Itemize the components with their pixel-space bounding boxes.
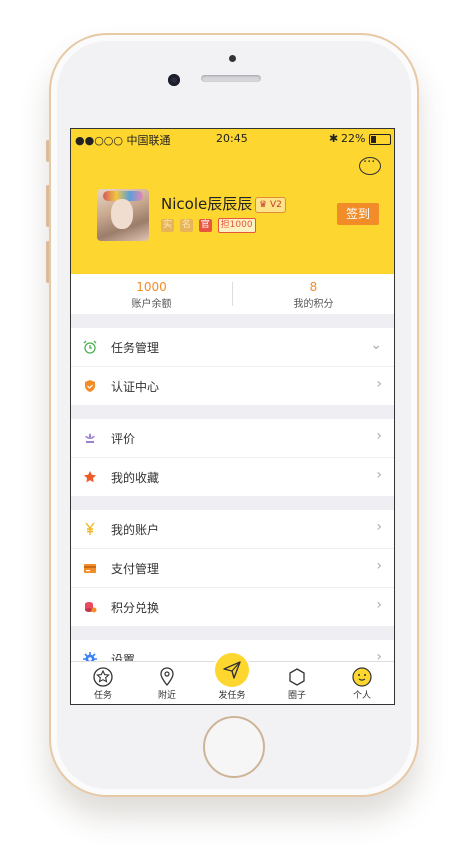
- menu-label: 评价: [111, 432, 136, 446]
- tab-label: 圈子: [287, 691, 306, 701]
- menu-label: 我的收藏: [111, 471, 160, 485]
- battery-icon: [369, 134, 391, 145]
- menu-item-points-exchange[interactable]: 积分兑换 ›: [71, 588, 394, 626]
- chevron-right-icon: ›: [376, 519, 382, 535]
- points-stat[interactable]: 8 我的积分: [233, 274, 394, 314]
- shield-icon: [85, 380, 95, 392]
- bluetooth-icon: ✱: [329, 132, 339, 145]
- tab-nearby[interactable]: 附近: [135, 662, 199, 704]
- menu-label: 支付管理: [111, 562, 160, 576]
- profile-header: ●●○○○ 中国联通 20:45 ✱ 22% Nicole辰辰辰 ♛ V2 实 …: [71, 129, 394, 274]
- coins-icon: [85, 602, 97, 613]
- chevron-right-icon: ›: [376, 597, 382, 613]
- tab-tasks[interactable]: 任务: [71, 662, 135, 704]
- front-camera: [168, 74, 180, 86]
- chevron-down-icon: ⌄: [370, 337, 382, 353]
- hexagon-icon: [289, 668, 305, 686]
- home-button[interactable]: [203, 716, 265, 778]
- level-badge: ♛ V2: [255, 197, 286, 213]
- status-bar: ●●○○○ 中国联通 20:45 ✱ 22%: [71, 129, 394, 149]
- alarm-clock-icon: [83, 340, 97, 354]
- menu-group-tasks: 任务管理 ⌄ 认证中心 ›: [71, 328, 394, 405]
- post-task-fab[interactable]: [213, 651, 251, 689]
- stats-bar: 1000 账户余额 8 我的积分: [71, 274, 394, 314]
- signin-button[interactable]: 签到: [337, 203, 379, 225]
- menu-label: 任务管理: [111, 341, 160, 355]
- user-tags: 实 名 官 担1000: [161, 218, 259, 233]
- chevron-right-icon: ›: [376, 558, 382, 574]
- points-label: 我的积分: [293, 299, 334, 310]
- flower-icon: [85, 433, 95, 443]
- menu-label: 积分兑换: [111, 601, 160, 615]
- menu-group-account: 我的账户 › 支付管理 › 积分兑换 ›: [71, 510, 394, 626]
- balance-stat[interactable]: 1000 账户余额: [71, 274, 232, 314]
- avatar[interactable]: [97, 189, 149, 241]
- app-screen: ●●○○○ 中国联通 20:45 ✱ 22% Nicole辰辰辰 ♛ V2 实 …: [70, 128, 395, 705]
- gear-icon: [83, 652, 97, 661]
- location-pin-icon: [160, 667, 174, 686]
- paper-plane-icon: [223, 661, 241, 679]
- tab-label: 个人: [352, 691, 371, 701]
- level-badge-text: V2: [269, 200, 282, 210]
- menu-item-my-account[interactable]: 我的账户 ›: [71, 510, 394, 549]
- user-name: Nicole辰辰辰: [161, 195, 253, 213]
- tab-circle[interactable]: 圈子: [265, 662, 329, 704]
- smiley-icon: [352, 667, 372, 687]
- avatar-face: [111, 199, 133, 229]
- menu-item-payment-management[interactable]: 支付管理 ›: [71, 549, 394, 588]
- tag-official: 官: [198, 219, 212, 232]
- tab-label: 附近: [157, 691, 176, 701]
- menu-label: 认证中心: [111, 380, 160, 394]
- menu-label: 我的账户: [111, 523, 160, 537]
- carrier-text: ●●○○○ 中国联通: [75, 134, 171, 147]
- tag-guarantee: 担1000: [217, 218, 256, 233]
- menu-group-reviews: 评价 › 我的收藏 ›: [71, 419, 394, 496]
- star-circle-icon: [93, 667, 113, 687]
- chevron-right-icon: ›: [376, 376, 382, 392]
- message-icon[interactable]: [359, 155, 381, 175]
- tag-real-name-1: 实: [161, 219, 175, 232]
- chevron-right-icon: ›: [376, 428, 382, 444]
- star-icon: [84, 471, 96, 483]
- tab-label: 任务: [93, 691, 112, 701]
- menu-item-verification-center[interactable]: 认证中心 ›: [71, 367, 394, 405]
- yen-icon: [85, 522, 95, 535]
- tab-personal[interactable]: 个人: [330, 662, 394, 704]
- balance-label: 账户余额: [131, 299, 172, 310]
- clock-text: 20:45: [216, 132, 248, 145]
- menu-label: 设置: [111, 653, 136, 661]
- card-icon: [84, 564, 96, 573]
- menu-item-reviews[interactable]: 评价 ›: [71, 419, 394, 458]
- chevron-right-icon: ›: [376, 467, 382, 483]
- battery-percent: 22%: [341, 132, 366, 145]
- proximity-sensor: [229, 55, 236, 62]
- earpiece-speaker: [201, 75, 261, 82]
- tag-real-name-2: 名: [179, 219, 193, 232]
- chevron-right-icon: ›: [376, 649, 382, 661]
- points-value: 8: [309, 280, 318, 294]
- balance-value: 1000: [136, 280, 167, 294]
- menu-item-favorites[interactable]: 我的收藏 ›: [71, 458, 394, 496]
- menu-item-task-management[interactable]: 任务管理 ⌄: [71, 328, 394, 367]
- tab-label: 发任务: [218, 691, 246, 701]
